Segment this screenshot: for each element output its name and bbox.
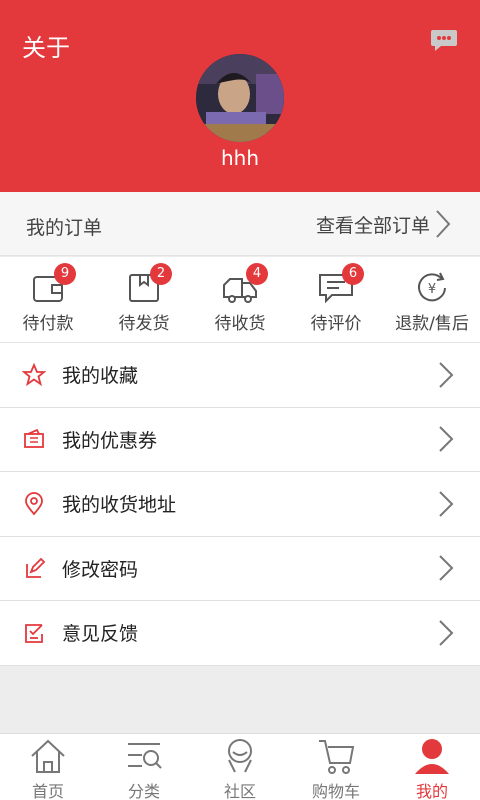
chevron-right-icon — [439, 362, 454, 388]
view-all-orders-label: 查看全部订单 — [315, 214, 430, 237]
menu-item-label: 修改密码 — [62, 558, 139, 581]
menu-item-coupons[interactable]: 我的优惠券 — [0, 408, 480, 472]
chevron-right-icon — [439, 620, 454, 646]
badge-count: 6 — [342, 263, 364, 285]
chevron-right-icon — [439, 555, 454, 581]
badge-count: 2 — [150, 263, 172, 285]
order-status-label: 退款/售后 — [395, 314, 469, 334]
menu-item-label: 我的收藏 — [62, 365, 139, 388]
order-pending-receipt[interactable]: 4 待收货 — [192, 257, 288, 342]
profile-menu: 我的收藏 我的优惠券 我的收货地址 修改密码 意见反馈 — [0, 343, 480, 666]
tab-community[interactable]: 社区 — [192, 734, 288, 800]
chat-bubble-icon[interactable] — [430, 26, 458, 54]
menu-item-label: 我的收货地址 — [62, 494, 177, 517]
coupon-icon — [24, 429, 44, 449]
community-icon — [228, 739, 252, 773]
tab-label: 我的 — [415, 782, 448, 800]
about-link[interactable]: 关于 — [22, 28, 70, 63]
menu-item-favorites[interactable]: 我的收藏 — [0, 343, 480, 408]
order-status-label: 待发货 — [118, 314, 170, 334]
tab-category[interactable]: 分类 — [96, 734, 192, 800]
home-icon — [31, 739, 65, 773]
menu-item-label: 意见反馈 — [62, 623, 139, 646]
tab-home[interactable]: 首页 — [0, 734, 96, 800]
menu-item-feedback[interactable]: 意见反馈 — [0, 601, 480, 666]
bottom-tab-bar: 首页 分类 社区 购物车 我的 — [0, 733, 480, 800]
menu-item-addresses[interactable]: 我的收货地址 — [0, 472, 480, 537]
tab-label: 首页 — [31, 782, 64, 800]
feedback-icon — [25, 623, 43, 643]
tab-cart[interactable]: 购物车 — [288, 734, 384, 800]
menu-item-change-password[interactable]: 修改密码 — [0, 537, 480, 601]
badge-count: 9 — [54, 263, 76, 285]
order-status-row: 9 待付款 2 待发货 4 待收货 6 待评价 ¥ 退款/售后 — [0, 257, 480, 343]
svg-text:¥: ¥ — [428, 282, 436, 297]
order-pending-payment[interactable]: 9 待付款 — [0, 257, 96, 342]
orders-title: 我的订单 — [26, 217, 103, 239]
refund-yen-icon: ¥ — [418, 272, 446, 302]
category-search-icon — [128, 743, 162, 769]
star-icon — [22, 362, 46, 386]
tab-label: 购物车 — [311, 782, 360, 800]
chevron-right-icon — [436, 210, 451, 238]
tab-label: 社区 — [223, 782, 256, 800]
order-refund[interactable]: ¥ 退款/售后 — [384, 257, 480, 342]
orders-header: 我的订单 查看全部订单 — [0, 192, 480, 256]
order-pending-shipment[interactable]: 2 待发货 — [96, 257, 192, 342]
order-status-label: 待收货 — [214, 314, 266, 334]
edit-icon — [26, 557, 46, 579]
order-pending-review[interactable]: 6 待评价 — [288, 257, 384, 342]
profile-header: 关于 hhh — [0, 0, 480, 192]
view-all-orders-link[interactable]: 查看全部订单 — [316, 204, 452, 244]
tab-label: 分类 — [127, 782, 160, 800]
cart-icon — [319, 740, 355, 774]
order-status-label: 待付款 — [22, 314, 74, 334]
username: hhh — [220, 146, 260, 170]
user-icon — [415, 739, 449, 774]
order-status-label: 待评价 — [310, 314, 362, 334]
menu-item-label: 我的优惠券 — [62, 429, 158, 452]
chevron-right-icon — [439, 491, 454, 517]
location-pin-icon — [25, 491, 43, 516]
chevron-right-icon — [439, 426, 454, 452]
tab-mine[interactable]: 我的 — [384, 734, 480, 800]
badge-count: 4 — [246, 263, 268, 285]
avatar[interactable] — [196, 54, 284, 142]
